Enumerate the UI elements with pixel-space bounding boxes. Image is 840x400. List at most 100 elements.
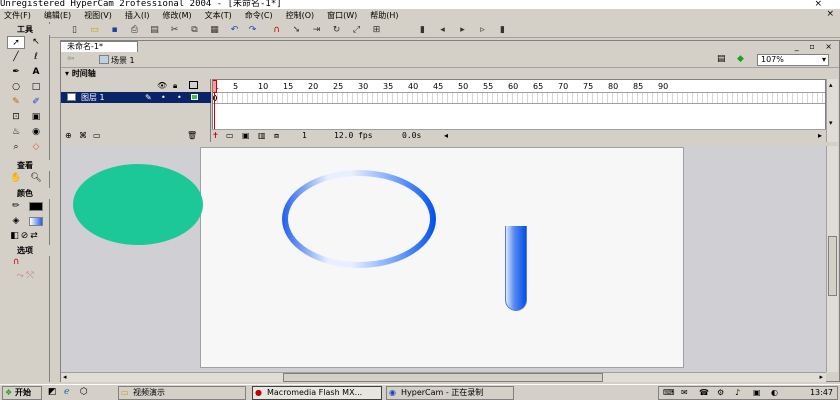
show-desktop-icon[interactable]: ◩ <box>48 387 57 397</box>
menu-modify[interactable]: 修改(M) <box>162 9 191 22</box>
close-document-button[interactable]: × <box>826 9 834 19</box>
layer-row[interactable]: 图层 1 ✎ • • <box>61 92 211 103</box>
tray-icon[interactable]: ⚙ <box>717 387 724 399</box>
print-icon[interactable]: ⎙ <box>128 24 141 36</box>
center-frame-icon[interactable]: ✝ <box>212 130 219 142</box>
quicklaunch-icon[interactable]: ⬡ <box>80 387 88 397</box>
task-video-demo[interactable]: ▭ 视频演示 <box>118 386 246 400</box>
menu-control[interactable]: 控制(O) <box>286 9 315 22</box>
scroll-left-icon[interactable]: ◂ <box>444 130 448 142</box>
rotate-icon[interactable]: ↻ <box>330 24 343 36</box>
arrow-tool-icon[interactable]: ➚ <box>7 36 25 49</box>
layer-visible-dot[interactable]: • <box>161 92 166 103</box>
volume-icon[interactable]: ♪ <box>735 387 740 399</box>
paint-bucket-tool-icon[interactable]: ◉ <box>27 126 45 139</box>
edit-symbol-icon[interactable]: ◆ <box>737 54 744 64</box>
tray-icon[interactable]: ☎ <box>699 387 709 399</box>
back-arrow-icon[interactable]: ⇦ <box>67 54 75 64</box>
cut-icon[interactable]: ✂ <box>168 24 181 36</box>
stage-horizontal-scrollbar[interactable]: ◂ ▸ <box>61 372 826 382</box>
close-window-button[interactable]: × <box>814 0 822 9</box>
paste-icon[interactable]: ▦ <box>208 24 221 36</box>
layer-lock-dot[interactable]: • <box>177 92 182 103</box>
fill-color-swatch[interactable] <box>29 217 43 226</box>
end-icon[interactable]: ▮ <box>496 24 509 36</box>
eyedropper-tool-icon[interactable]: ⌕ <box>7 141 25 154</box>
frame-ruler[interactable]: 1 5 10 15 20 25 30 35 40 45 50 55 60 65 … <box>213 80 825 93</box>
timeline-vertical-scrollbar[interactable]: ▴ ▾ <box>826 79 838 142</box>
undo-icon[interactable]: ↶ <box>228 24 241 36</box>
brush-tool-icon[interactable]: ✐ <box>27 96 45 109</box>
task-flash[interactable]: ● Macromedia Flash MX... <box>252 386 382 400</box>
layer-frames[interactable] <box>213 93 825 104</box>
onion-markers-icon[interactable]: ⧈ <box>274 130 279 142</box>
scroll-right-icon[interactable]: ▸ <box>819 373 823 381</box>
zoom-select[interactable]: 107% ▾ <box>757 54 829 66</box>
task-hypercam[interactable]: ◉ HyperCam - 正在录制 <box>386 386 514 400</box>
stroke-color-swatch[interactable] <box>29 202 43 211</box>
vertical-scroll-thumb[interactable] <box>828 236 837 296</box>
menu-commands[interactable]: 命令(C) <box>245 9 273 22</box>
stage-vertical-scrollbar[interactable] <box>826 146 838 372</box>
zoom-tool-icon[interactable]: 🔍︎ <box>27 172 45 185</box>
lasso-tool-icon[interactable]: ℓ <box>27 51 45 64</box>
lock-icon[interactable]: 🔒︎ <box>173 81 177 91</box>
open-file-icon[interactable]: ▭ <box>88 24 101 36</box>
print-preview-icon[interactable]: ▤ <box>148 24 161 36</box>
trash-icon[interactable]: 🗑︎ <box>187 131 197 140</box>
add-guide-icon[interactable]: ⌘ <box>79 131 87 140</box>
menu-help[interactable]: 帮助(H) <box>370 9 398 22</box>
step-forward-icon[interactable]: ▹ <box>476 24 489 36</box>
scroll-left-icon[interactable]: ◂ <box>63 373 67 381</box>
scroll-up-icon[interactable]: ▴ <box>829 81 833 89</box>
rewind-icon[interactable]: ▮ <box>416 24 429 36</box>
edit-multiple-icon[interactable]: ▥ <box>258 130 266 142</box>
stage[interactable] <box>200 147 684 368</box>
stroke-color-icon[interactable]: ✏ <box>7 200 25 213</box>
rectangle-tool-icon[interactable]: □ <box>27 81 45 94</box>
tray-icon[interactable]: ◐ <box>771 387 778 399</box>
timeline-frames[interactable]: 1 5 10 15 20 25 30 35 40 45 50 55 60 65 … <box>212 79 826 132</box>
menu-file[interactable]: 文件(F) <box>4 9 31 22</box>
timeline-header[interactable]: ▾ 时间轴 <box>61 69 211 79</box>
menu-insert[interactable]: 插入(I) <box>125 9 150 22</box>
green-ellipse-shape[interactable] <box>73 164 203 245</box>
ink-bottle-tool-icon[interactable]: ♨ <box>7 126 25 139</box>
menu-edit[interactable]: 编辑(E) <box>44 9 71 22</box>
menu-text[interactable]: 文本(T) <box>205 9 232 22</box>
scroll-down-icon[interactable]: ▾ <box>829 119 833 127</box>
new-file-icon[interactable]: ▯ <box>68 24 81 36</box>
layer-outline-color[interactable] <box>191 94 198 100</box>
scroll-right-icon[interactable]: ▸ <box>818 130 822 142</box>
snap-icon[interactable]: ∩ <box>270 24 283 36</box>
eye-icon[interactable]: 👁︎ <box>157 81 167 90</box>
align-icon[interactable]: ⊞ <box>370 24 383 36</box>
eraser-tool-icon[interactable]: ◇ <box>27 141 45 154</box>
text-tool-icon[interactable]: A <box>27 66 45 79</box>
menu-window[interactable]: 窗口(W) <box>327 9 357 22</box>
line-tool-icon[interactable]: ╱ <box>7 51 25 64</box>
document-window-buttons[interactable]: _ ▫ × <box>795 42 836 51</box>
onion-outline-icon[interactable]: ▣ <box>242 130 250 142</box>
straighten-icon[interactable]: ⇥ <box>310 24 323 36</box>
subselect-tool-icon[interactable]: ↖ <box>27 36 45 49</box>
start-button[interactable]: ❖ 开始 <box>2 386 42 400</box>
snap-magnet-icon[interactable]: ∩ <box>7 256 25 269</box>
browser-icon[interactable]: ℯ <box>64 387 69 397</box>
save-icon[interactable]: ▪ <box>108 24 121 36</box>
smooth-icon[interactable]: ➘ <box>290 24 303 36</box>
tray-icon[interactable]: ⌨ <box>663 387 675 399</box>
color-swap-icons[interactable]: ◧⊘⇄ <box>5 230 45 243</box>
oval-tool-icon[interactable]: ○ <box>7 81 25 94</box>
onion-skin-icon[interactable]: ▭ <box>226 130 234 142</box>
fill-color-icon[interactable]: ◈ <box>7 215 25 228</box>
hand-tool-icon[interactable]: ✋ <box>7 172 25 185</box>
pen-tool-icon[interactable]: ✒ <box>7 66 25 79</box>
play-icon[interactable]: ▸ <box>456 24 469 36</box>
copy-icon[interactable]: ⧉ <box>188 24 201 36</box>
free-transform-tool-icon[interactable]: ⊡ <box>7 111 25 124</box>
tray-icon[interactable]: ▣ <box>753 387 761 399</box>
pencil-tool-icon[interactable]: ✎ <box>7 96 25 109</box>
add-folder-icon[interactable]: ▭ <box>93 131 101 140</box>
playhead[interactable] <box>213 80 217 93</box>
